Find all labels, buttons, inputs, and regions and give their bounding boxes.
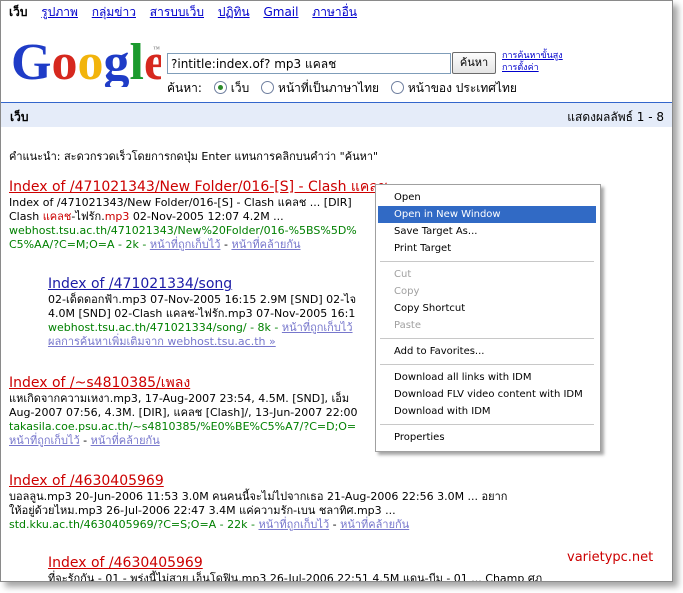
search-scope: ค้นหา: เว็บ หน้าที่เป็นภาษาไทย หน้าของ ป…: [167, 79, 517, 98]
search-input[interactable]: ?intitle:index.of? mp3 แคลช: [167, 53, 451, 74]
result-snippet: Clash แคลช-ไฟรัก.mp3 02-Nov-2005 12:07 4…: [9, 210, 387, 224]
scope-thai-language-radio[interactable]: [261, 81, 275, 94]
scope-thai-language-label[interactable]: หน้าที่เป็นภาษาไทย: [278, 81, 379, 95]
snippet-highlight: แคลช: [42, 210, 72, 223]
nav-images[interactable]: รูปภาพ: [41, 5, 78, 19]
snippet-text: Clash: [9, 210, 43, 223]
results-count: แสดงผลลัพธ์ 1 - 8: [567, 110, 664, 124]
result-title[interactable]: Index of /4630405969: [48, 554, 542, 572]
result-url: webhost.tsu.ac.th/471021334/song/ - 8k -: [48, 321, 282, 334]
result-title[interactable]: Index of /~s4810385/เพลง: [9, 374, 357, 392]
result-url: std.kku.ac.th/4630405969/?C=S;O=A - 22k …: [9, 518, 259, 531]
result-title[interactable]: Index of /471021343/New Folder/016-[S] -…: [9, 178, 387, 196]
results-bar: เว็บ แสดงผลลัพธ์ 1 - 8: [1, 102, 672, 127]
context-menu: Open Open in New Window Save Target As..…: [375, 184, 601, 452]
advanced-search-link[interactable]: การค้นหาขั้นสูง: [502, 50, 563, 62]
scope-label: ค้นหา:: [167, 81, 202, 95]
menu-item-open-in-new-window[interactable]: Open in New Window: [378, 206, 596, 223]
scope-thailand-radio[interactable]: [390, 81, 404, 94]
menu-separator: [380, 364, 594, 365]
cached-link[interactable]: หน้าที่ถูกเก็บไว้: [258, 518, 329, 531]
cached-link[interactable]: หน้าที่ถูกเก็บไว้: [282, 321, 353, 334]
search-result: Index of /471021343/New Folder/016-[S] -…: [9, 178, 388, 251]
similar-link[interactable]: หน้าที่คล้ายกัน: [91, 434, 160, 447]
menu-separator: [380, 338, 594, 339]
result-snippet: 02-เด็ดดอกฟ้า.mp3 07-Nov-2005 16:15 2.9M…: [48, 293, 357, 306]
browser-page: เว็บ รูปภาพ กลุ่มข่าว สารบบเว็บ ปฏิทิน G…: [0, 0, 673, 582]
result-snippet: ที่จะรักกัน - 01 - พรุ่งนี้ไม่สาย เอ็นโด…: [48, 572, 543, 582]
menu-item-copy-shortcut[interactable]: Copy Shortcut: [378, 300, 596, 317]
menu-item-cut: Cut: [394, 269, 412, 280]
cached-link[interactable]: หน้าที่ถูกเก็บไว้: [9, 434, 80, 447]
menu-item-download-flv-idm[interactable]: Download FLV video content with IDM: [378, 386, 596, 403]
search-result: Index of /4630405969 ที่จะรักกัน - 01 - …: [48, 554, 543, 582]
nav-more[interactable]: ภาษาอื่น: [312, 5, 357, 19]
similar-link[interactable]: หน้าที่คล้ายกัน: [340, 518, 409, 531]
similar-link[interactable]: หน้าที่คล้ายกัน: [231, 238, 300, 251]
result-url: C5%AA/?C=M;O=A - 2k -: [9, 238, 150, 251]
preferences-link[interactable]: การตั้งค่า: [502, 62, 563, 74]
result-snippet: บอลลูน.mp3 20-Jun-2006 11:53 3.0M คนคนนี…: [9, 490, 508, 503]
svg-text:Google: Google: [11, 34, 161, 87]
menu-item-download-with-idm[interactable]: Download with IDM: [378, 403, 596, 420]
menu-item-paste: Paste: [394, 320, 421, 331]
search-result: Index of /~s4810385/เพลง แหเกิดจากความเห…: [9, 374, 358, 447]
nav-groups[interactable]: กลุ่มข่าว: [92, 5, 136, 19]
scope-web-radio[interactable]: [213, 81, 227, 94]
result-title[interactable]: Index of /471021334/song: [48, 275, 356, 293]
menu-item-properties[interactable]: Properties: [378, 429, 596, 446]
results-bar-label: เว็บ: [10, 110, 29, 124]
result-snippet: Index of /471021343/New Folder/016-[S] -…: [9, 196, 352, 209]
scope-thailand-label[interactable]: หน้าของ ประเทศไทย: [408, 81, 517, 95]
top-navigation: เว็บ รูปภาพ กลุ่มข่าว สารบบเว็บ ปฏิทิน G…: [9, 3, 367, 22]
search-result: Index of /471021334/song 02-เด็ดดอกฟ้า.m…: [48, 275, 356, 349]
snippet-text: -ไฟรัก.: [71, 210, 105, 223]
menu-separator: [380, 261, 594, 262]
menu-item-copy: Copy: [394, 286, 420, 297]
result-url: webhost.tsu.ac.th/471021343/New%20Folder…: [9, 224, 357, 237]
nav-calendar[interactable]: ปฏิทิน: [218, 5, 250, 19]
menu-separator: [380, 424, 594, 425]
menu-item-add-to-favorites[interactable]: Add to Favorites...: [378, 343, 596, 360]
menu-item-save-target-as[interactable]: Save Target As...: [378, 223, 596, 240]
scope-web-label[interactable]: เว็บ: [231, 81, 249, 95]
result-snippet: แหเกิดจากความเหงา.mp3, 17-Aug-2007 23:54…: [9, 392, 350, 405]
nav-gmail[interactable]: Gmail: [263, 5, 298, 19]
nav-directory[interactable]: สารบบเว็บ: [150, 5, 204, 19]
watermark: varietypc.net: [567, 550, 654, 565]
search-result: Index of /4630405969 บอลลูน.mp3 20-Jun-2…: [9, 472, 508, 531]
logo-trademark: ™: [153, 45, 160, 53]
result-snippet: 4.0M [SND] 02-Clash แคลช-ไฟรัก.mp3 07-No…: [48, 307, 356, 320]
menu-item-open[interactable]: Open: [378, 189, 596, 206]
advanced-links: การค้นหาขั้นสูง การตั้งค่า: [502, 50, 563, 74]
more-results-link[interactable]: ผลการค้นหาเพิ่มเติมจาก webhost.tsu.ac.th…: [48, 335, 356, 349]
nav-web: เว็บ: [9, 5, 28, 19]
result-url: takasila.coe.psu.ac.th/~s4810385/%E0%BE%…: [9, 420, 357, 433]
search-tip: คำแนะนำ: สะดวกรวดเร็วโดยการกดปุ่ม Enter …: [9, 150, 379, 163]
menu-item-download-all-links-idm[interactable]: Download all links with IDM: [378, 369, 596, 386]
search-button[interactable]: ค้นหา: [452, 52, 496, 74]
result-snippet: Aug-2007 07:56, 4.3M. [DIR], แคลช [Clash…: [9, 406, 358, 419]
google-logo[interactable]: Google ™: [11, 31, 167, 91]
result-snippet: ให้อยู่ด้วยไหม.mp3 26-Jul-2006 22:47 3.4…: [9, 504, 396, 517]
menu-item-print-target[interactable]: Print Target: [378, 240, 596, 257]
result-title[interactable]: Index of /4630405969: [9, 472, 507, 490]
cached-link[interactable]: หน้าที่ถูกเก็บไว้: [150, 238, 221, 251]
snippet-text: 02-Nov-2005 12:07 4.2M ...: [129, 210, 284, 223]
snippet-highlight: mp3: [104, 210, 130, 223]
